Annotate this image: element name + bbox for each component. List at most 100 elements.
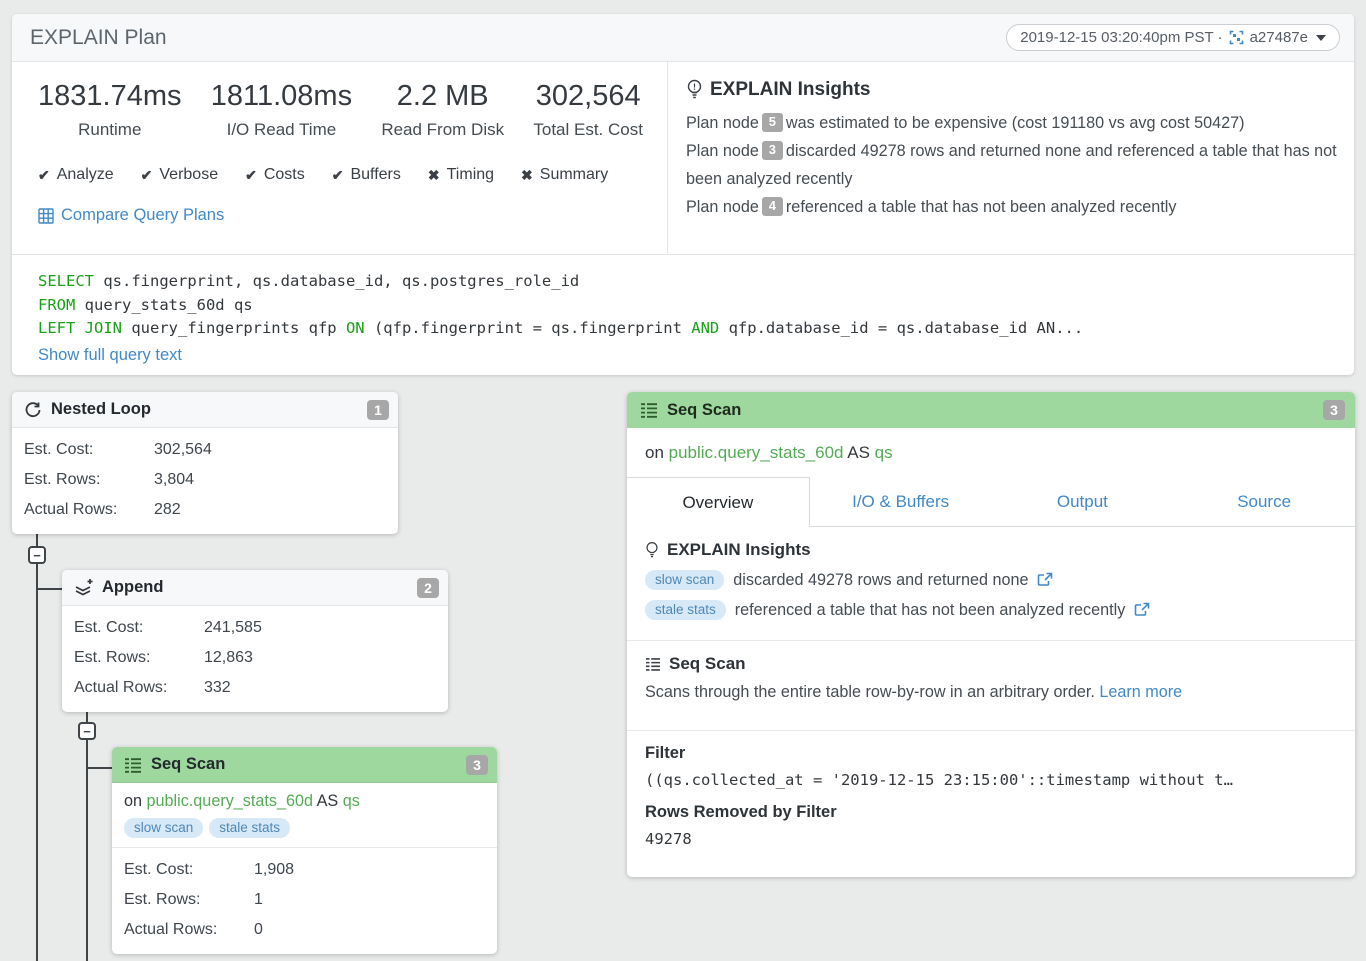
- external-link-icon[interactable]: [1037, 572, 1053, 588]
- filter-title: Filter: [645, 744, 1337, 763]
- check-icon: ✔: [38, 167, 50, 184]
- insight-tag: stale stats: [645, 600, 726, 620]
- node-badge[interactable]: 4: [762, 197, 783, 216]
- rows-removed-title: Rows Removed by Filter: [645, 803, 1337, 822]
- page-title: EXPLAIN Plan: [30, 26, 167, 50]
- node-header: Seq Scan 3: [112, 747, 497, 783]
- node-number-badge: 3: [1323, 400, 1345, 420]
- query-text-section: SELECT qs.fingerprint, qs.database_id, q…: [12, 255, 1354, 365]
- plan-stats: 1831.74ms Runtime 1811.08ms I/O Read Tim…: [12, 62, 667, 254]
- detail-table-info: on public.query_stats_60d AS qs: [627, 428, 1355, 477]
- tab-output[interactable]: Output: [992, 477, 1174, 527]
- detail-insight-item: slow scan discarded 49278 rows and retur…: [645, 570, 1337, 590]
- explain-plan-card: EXPLAIN Plan 2019-12-15 03:20:40pm PST ·…: [12, 14, 1354, 375]
- x-icon: ✖: [428, 167, 440, 184]
- insight-item: Plan node3discarded 49278 rows and retur…: [686, 137, 1338, 193]
- node-stat-row: Est. Cost:302,564: [24, 435, 386, 465]
- show-full-query-link[interactable]: Show full query text: [38, 346, 182, 365]
- node-stat-row: Est. Rows:12,863: [74, 643, 436, 673]
- node-stat-row: Est. Rows:3,804: [24, 465, 386, 495]
- stat-total-est-cost: 302,564 Total Est. Cost: [533, 80, 643, 140]
- node-title: Nested Loop: [51, 400, 151, 419]
- detail-tabs: Overview I/O & Buffers Output Source: [627, 477, 1355, 527]
- seq-scan-icon: [645, 657, 661, 671]
- insight-tag: slow scan: [645, 570, 724, 590]
- node-number-badge: 1: [367, 400, 389, 420]
- tab-source[interactable]: Source: [1173, 477, 1355, 527]
- snapshot-time: 2019-12-15 03:20:40pm PST ·: [1020, 29, 1222, 46]
- tree-connector: [37, 588, 62, 590]
- stat-read-from-disk: 2.2 MB Read From Disk: [381, 80, 504, 140]
- stat-io-read-time: 1811.08ms I/O Read Time: [211, 80, 352, 140]
- rows-removed-value: 49278: [645, 830, 1337, 848]
- check-icon: ✔: [245, 167, 257, 184]
- snapshot-id: a27487e: [1250, 29, 1308, 46]
- node-number-badge: 3: [466, 755, 488, 775]
- explain-flags: ✔Analyze ✔Verbose ✔Costs ✔Buffers ✖Timin…: [38, 166, 643, 184]
- node-title: Seq Scan: [151, 755, 225, 774]
- flag-timing: ✖Timing: [428, 166, 494, 184]
- flag-buffers: ✔Buffers: [332, 166, 401, 184]
- node-title: Append: [102, 578, 163, 597]
- node-number-badge: 2: [417, 578, 439, 598]
- node-table-info: on public.query_stats_60d AS qs slow sca…: [112, 783, 497, 848]
- insight-item: Plan node5was estimated to be expensive …: [686, 109, 1338, 137]
- detail-title: Seq Scan: [667, 401, 741, 420]
- flag-analyze: ✔Analyze: [38, 166, 114, 184]
- flag-summary: ✖Summary: [521, 166, 608, 184]
- x-icon: ✖: [521, 167, 533, 184]
- table-grid-icon: [38, 208, 54, 224]
- sql-line: SELECT qs.fingerprint, qs.database_id, q…: [38, 270, 1328, 294]
- alias-link[interactable]: qs: [875, 443, 893, 463]
- plan-node-seq-scan[interactable]: Seq Scan 3 on public.query_stats_60d AS …: [112, 747, 497, 954]
- snapshot-icon: [1229, 30, 1244, 45]
- card-header: EXPLAIN Plan 2019-12-15 03:20:40pm PST ·…: [12, 14, 1354, 62]
- plan-node-nested-loop[interactable]: Nested Loop 1 Est. Cost:302,564 Est. Row…: [12, 392, 398, 534]
- detail-insight-item: stale stats referenced a table that has …: [645, 600, 1337, 620]
- check-icon: ✔: [141, 167, 153, 184]
- table-link[interactable]: public.query_stats_60d: [669, 443, 844, 463]
- node-stat-row: Actual Rows:332: [74, 673, 436, 703]
- sql-line: FROM query_stats_60d qs: [38, 294, 1328, 318]
- chevron-down-icon: [1316, 35, 1326, 41]
- node-badge[interactable]: 3: [762, 141, 783, 160]
- node-type-help-section: Seq Scan Scans through the entire table …: [627, 641, 1355, 731]
- alias-link[interactable]: qs: [343, 792, 360, 810]
- tree-connector: [87, 767, 112, 769]
- seq-scan-icon: [640, 402, 658, 418]
- detail-header: Seq Scan 3: [627, 392, 1355, 428]
- collapse-node-button[interactable]: −: [28, 546, 46, 564]
- learn-more-link[interactable]: Learn more: [1099, 683, 1182, 701]
- external-link-icon[interactable]: [1134, 602, 1150, 618]
- check-icon: ✔: [332, 167, 344, 184]
- plan-node-append[interactable]: Append 2 Est. Cost:241,585 Est. Rows:12,…: [62, 570, 448, 712]
- collapse-node-button[interactable]: −: [78, 722, 96, 740]
- lightbulb-icon: [645, 541, 659, 560]
- node-header: Append 2: [62, 570, 448, 606]
- tree-connector: [36, 564, 38, 961]
- flag-costs: ✔Costs: [245, 166, 305, 184]
- explain-insights-panel: EXPLAIN Insights Plan node5was estimated…: [667, 62, 1354, 254]
- seq-scan-icon: [124, 757, 142, 773]
- node-stat-row: Actual Rows:282: [24, 495, 386, 525]
- sql-line: LEFT JOIN query_fingerprints qfp ON (qfp…: [38, 317, 1328, 341]
- snapshot-dropdown[interactable]: 2019-12-15 03:20:40pm PST · a27487e: [1006, 24, 1340, 51]
- node-stat-row: Est. Cost:1,908: [124, 855, 485, 885]
- tab-overview[interactable]: Overview: [627, 477, 810, 527]
- table-link[interactable]: public.query_stats_60d: [147, 792, 313, 810]
- node-detail-panel: Seq Scan 3 on public.query_stats_60d AS …: [627, 392, 1355, 877]
- compare-query-plans-link[interactable]: Compare Query Plans: [38, 206, 643, 225]
- tab-io-buffers[interactable]: I/O & Buffers: [810, 477, 992, 527]
- node-badge[interactable]: 5: [762, 113, 783, 132]
- insight-tag: slow scan: [124, 818, 203, 838]
- node-stat-row: Actual Rows:0: [124, 915, 485, 945]
- node-stat-row: Est. Rows:1: [124, 885, 485, 915]
- node-header: Nested Loop 1: [12, 392, 398, 428]
- detail-insights-section: EXPLAIN Insights slow scan discarded 492…: [627, 527, 1355, 641]
- insight-item: Plan node4referenced a table that has no…: [686, 193, 1338, 221]
- filter-expression: ((qs.collected_at = '2019-12-15 23:15:00…: [645, 771, 1337, 789]
- insights-title: EXPLAIN Insights: [686, 79, 1338, 101]
- insight-tag: stale stats: [209, 818, 290, 838]
- lightbulb-icon: [686, 79, 703, 101]
- tree-connector: [86, 740, 88, 961]
